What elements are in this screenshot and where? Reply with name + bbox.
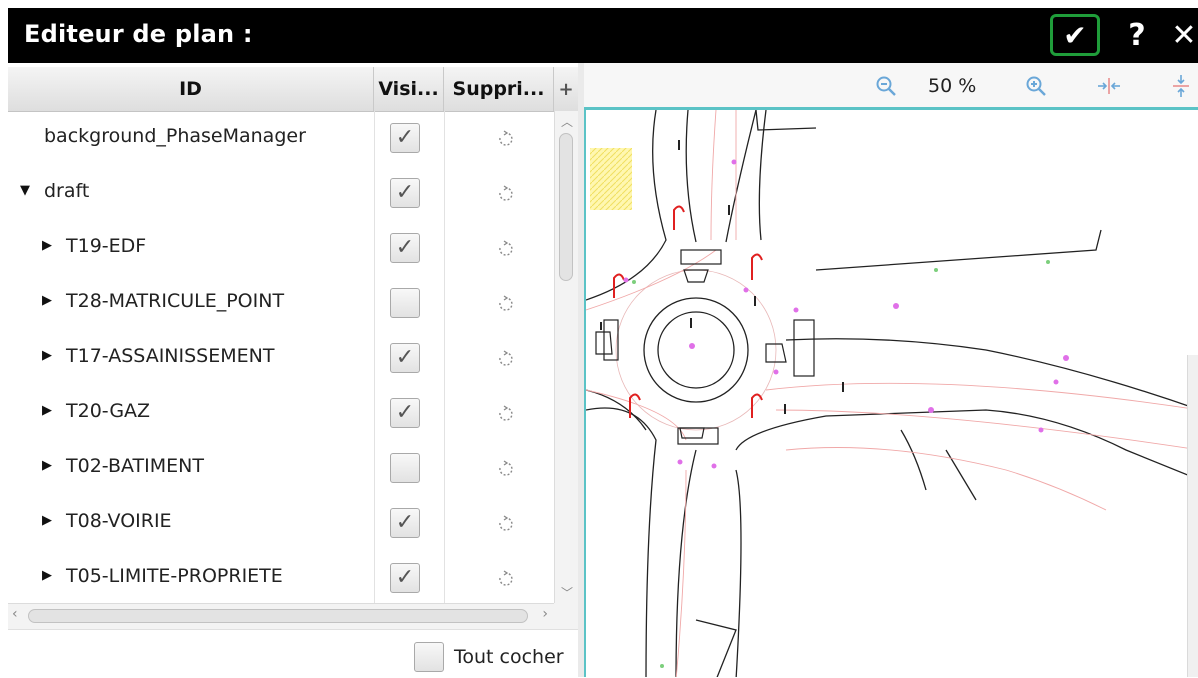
map-vertical-scrollbar[interactable] [1187,355,1198,677]
visible-checkbox[interactable]: ✓ [390,233,420,263]
zoom-out-icon [876,76,896,96]
expand-right-icon[interactable]: ▶ [42,348,52,363]
map-drawing [586,110,1198,677]
trash-icon[interactable] [495,569,515,589]
expand-right-icon[interactable]: ▶ [42,513,52,528]
visible-checkbox[interactable]: ✓ [390,563,420,593]
layer-name: draft [44,180,90,202]
trash-icon[interactable] [495,514,515,534]
fit-width-button[interactable] [1094,73,1124,99]
expand-down-icon[interactable]: ▼ [20,183,30,198]
expand-right-icon[interactable]: ▶ [42,293,52,308]
zoom-in-button[interactable] [1022,73,1050,99]
expand-right-icon[interactable]: ▶ [42,238,52,253]
column-divider [444,111,445,603]
fit-height-icon [1173,75,1189,97]
trash-icon[interactable] [495,129,515,149]
visible-checkbox[interactable]: ✓ [390,508,420,538]
map-canvas[interactable] [584,107,1198,677]
vertical-scrollbar[interactable]: ︿ ﹀ [554,111,578,603]
visible-checkbox[interactable] [390,453,420,483]
zoom-in-icon [1026,76,1046,96]
scroll-right-icon[interactable]: › [542,606,548,622]
add-column-button[interactable]: + [554,67,578,111]
close-icon: ✕ [1171,17,1197,53]
table-row[interactable]: ▶ T05-LIMITE-PROPRIETE ✓ [8,551,554,603]
visible-checkbox[interactable]: ✓ [390,178,420,208]
window-title: Editeur de plan : [24,20,253,48]
trash-icon[interactable] [495,294,515,314]
scroll-corner [554,603,578,629]
expand-right-icon[interactable]: ▶ [42,458,52,473]
table-row[interactable]: ▶ T20-GAZ ✓ [8,386,554,441]
map-panel: 50 % [584,63,1198,677]
horizontal-scroll-thumb[interactable] [28,609,528,623]
layer-tree: background_PhaseManager ✓ ▼ draft ✓ ▶ T19-EDF ✓… [8,111,554,603]
trash-icon[interactable] [495,459,515,479]
trash-icon[interactable] [495,349,515,369]
layer-name: T20-GAZ [66,400,151,422]
map-toolbar: 50 % [584,63,1198,107]
layer-name: T02-BATIMENT [66,455,204,477]
table-row[interactable]: ▶ T08-VOIRIE ✓ [8,496,554,551]
zoom-out-button[interactable] [872,73,900,99]
expand-right-icon[interactable]: ▶ [42,403,52,418]
layer-panel: ID Visi... Suppri... + background_PhaseM… [8,63,578,677]
table-row[interactable]: ▼ draft ✓ [8,166,554,221]
trash-icon[interactable] [495,404,515,424]
confirm-button[interactable]: ✔ [1050,14,1100,56]
layer-name: T05-LIMITE-PROPRIETE [66,565,283,587]
visible-checkbox[interactable]: ✓ [390,398,420,428]
table-row[interactable]: ▶ T17-ASSAINISSEMENT ✓ [8,331,554,386]
column-divider [374,111,375,603]
expand-right-icon[interactable]: ▶ [42,568,52,583]
close-button[interactable]: ✕ [1170,14,1198,56]
map-building [590,148,632,210]
layer-name: T17-ASSAINISSEMENT [66,345,275,367]
horizontal-scrollbar[interactable]: ‹ › [8,603,554,629]
scroll-up-icon[interactable]: ︿ [555,113,579,130]
fit-width-icon [1098,78,1120,94]
trash-icon[interactable] [495,239,515,259]
zoom-level: 50 % [928,75,977,97]
check-all-checkbox[interactable] [414,642,444,672]
help-icon: ? [1128,17,1146,53]
table-row[interactable]: ▶ T28-MATRICULE_POINT [8,276,554,331]
table-row[interactable]: ▶ T02-BATIMENT [8,441,554,496]
table-header: ID Visi... Suppri... + [8,67,578,112]
layer-name: T19-EDF [66,235,147,257]
table-row[interactable]: background_PhaseManager ✓ [8,111,554,166]
vertical-scroll-thumb[interactable] [559,133,573,281]
trash-icon[interactable] [495,184,515,204]
title-bar: Editeur de plan : ✔ ? ✕ [8,8,1198,63]
check-all-label: Tout cocher [454,646,564,668]
fit-height-button[interactable] [1168,73,1194,99]
layer-name: T08-VOIRIE [66,510,172,532]
visible-checkbox[interactable]: ✓ [390,343,420,373]
visible-checkbox[interactable]: ✓ [390,123,420,153]
scroll-down-icon[interactable]: ﹀ [555,584,579,601]
help-button[interactable]: ? [1120,14,1154,56]
table-footer: Tout cocher [8,629,578,678]
layer-name: background_PhaseManager [44,125,306,147]
layer-name: T28-MATRICULE_POINT [66,290,285,312]
column-header-delete[interactable]: Suppri... [444,67,554,111]
column-header-visible[interactable]: Visi... [374,67,444,111]
scroll-left-icon[interactable]: ‹ [12,606,18,622]
visible-checkbox[interactable] [390,288,420,318]
check-icon: ✔ [1063,18,1087,52]
table-row[interactable]: ▶ T19-EDF ✓ [8,221,554,276]
column-header-id[interactable]: ID [8,67,374,111]
